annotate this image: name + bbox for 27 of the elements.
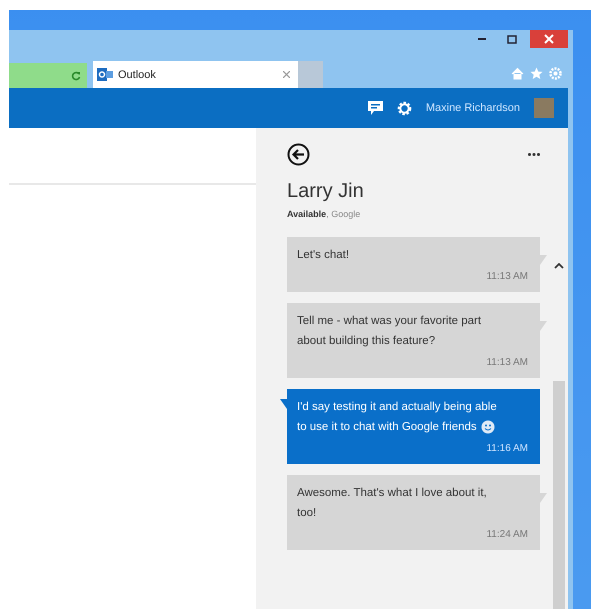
message-text: I'd say testing it and actually being able to use it to chat with Google friends — [297, 400, 498, 436]
message-time: 11:13 AM — [485, 270, 528, 284]
message-time: 11:16 AM — [485, 442, 528, 456]
settings-icon[interactable] — [396, 100, 412, 116]
smiley-icon — [480, 420, 495, 434]
minimize-icon[interactable] — [478, 38, 486, 40]
scrollbar-thumb[interactable] — [553, 381, 565, 609]
contact-name: Larry Jin — [287, 180, 365, 203]
message-time: 11:13 AM — [485, 356, 528, 370]
close-icon — [544, 34, 554, 44]
close-button[interactable] — [530, 30, 568, 48]
more-options-icon[interactable] — [528, 153, 540, 156]
message-time: 11:24 AM — [485, 528, 528, 542]
message-text: Tell me - what was your favorite part about building this feature? — [297, 314, 482, 349]
maximize-icon[interactable] — [507, 34, 517, 44]
close-icon[interactable] — [283, 71, 290, 78]
message-text: Awesome. That's what I love about it, too! — [297, 486, 488, 521]
contact-status: Available, Google — [287, 209, 362, 219]
chat-icon[interactable] — [368, 101, 383, 115]
mail-app-icon — [97, 68, 113, 81]
star-icon[interactable] — [530, 66, 543, 80]
browser-tab[interactable]: Outlook — [93, 61, 298, 88]
message-text: Let's chat! — [297, 248, 350, 263]
user-name[interactable]: Maxine Richardson — [426, 102, 520, 114]
scroll-up-icon[interactable] — [554, 263, 564, 269]
refresh-icon[interactable] — [71, 70, 81, 80]
home-icon[interactable] — [511, 66, 524, 80]
